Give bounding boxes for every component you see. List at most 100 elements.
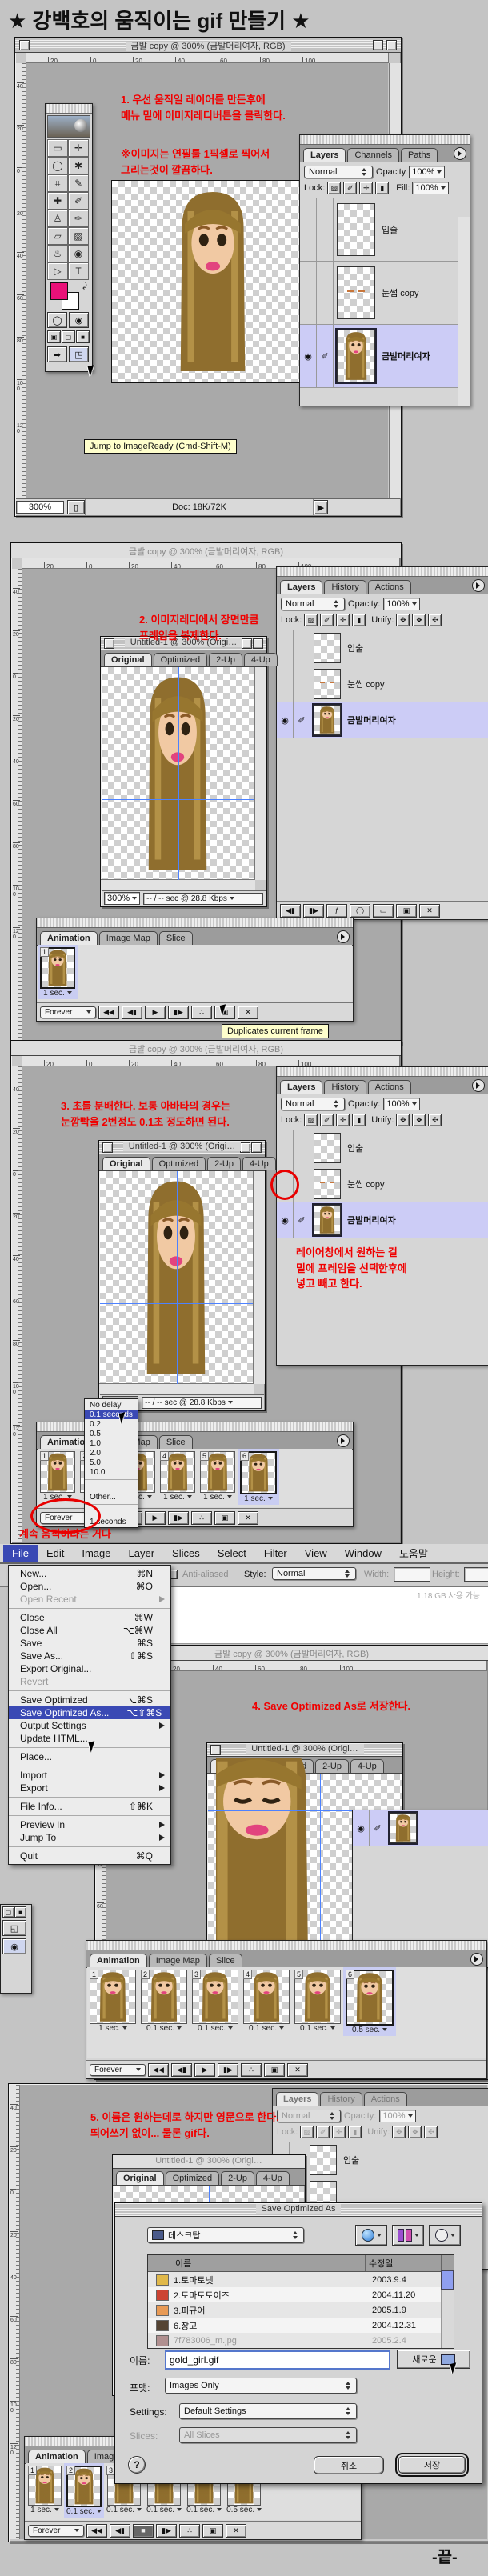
frame-delay[interactable]: 0.5 sec. — [352, 2026, 387, 2034]
tool-icon[interactable]: ✐ — [68, 192, 89, 210]
list-scrollbar[interactable] — [441, 2318, 454, 2333]
lock-transparency-icon[interactable]: ▨ — [300, 2126, 314, 2138]
column-modified[interactable]: 수정일 — [365, 2255, 441, 2271]
palette-tab[interactable]: History — [324, 580, 366, 594]
animation-frame[interactable]: 1 1 sec. — [87, 1967, 138, 2034]
layer-row-selected[interactable]: ◉ ✐ 금발머리여자 — [300, 325, 470, 388]
animation-frame[interactable]: 5 1 sec. — [198, 1449, 238, 1503]
help-button[interactable]: ? — [128, 2456, 146, 2474]
rewind-icon[interactable]: ◀◀ — [98, 1006, 119, 1019]
link-toggle[interactable] — [317, 262, 334, 324]
tween-icon[interactable]: ∴ — [241, 2063, 262, 2077]
frame-delay[interactable]: 1 sec. — [43, 989, 72, 998]
tab-4up[interactable]: 4-Up — [242, 1157, 276, 1170]
tool-icon[interactable]: ✛ — [68, 139, 89, 157]
status-arrow-icon[interactable]: ▶ — [314, 500, 328, 514]
lock-all-icon[interactable]: ▮ — [352, 1114, 366, 1126]
sort-order-icon[interactable] — [441, 2255, 454, 2271]
download-time-info[interactable]: -- / -- sec @ 28.8 Kbps — [142, 1397, 262, 1409]
layer-name[interactable]: 눈썹 copy — [347, 678, 385, 690]
palette-tab[interactable]: Layers — [280, 1080, 322, 1094]
unify-style-icon[interactable]: ✣ — [428, 614, 442, 626]
prev-frame-icon[interactable]: ◀▮ — [122, 1006, 142, 1019]
zoom-select[interactable]: 300% — [104, 892, 140, 905]
animation-frame[interactable]: 1 1 sec. — [38, 945, 78, 999]
tool-icon[interactable]: ♙ — [47, 210, 68, 227]
tab-2up[interactable]: 2-Up — [207, 1157, 241, 1170]
palette-tab[interactable]: Layers — [303, 148, 346, 162]
tab-optimized[interactable]: Optimized — [166, 2171, 220, 2185]
unify-position-icon[interactable]: ✥ — [392, 2126, 406, 2138]
frame-delay[interactable]: 1 sec. — [30, 2506, 59, 2514]
layer-row[interactable]: 입술 — [300, 198, 470, 262]
file-menu-item[interactable]: Open Recent — [9, 1593, 170, 1606]
file-menu-item[interactable]: Output Settings — [9, 1719, 170, 1732]
duplicate-frame-icon[interactable]: ▣ — [214, 1511, 235, 1525]
menu-bar-item[interactable]: Select — [209, 1545, 255, 1562]
lock-paint-icon[interactable]: ✐ — [316, 2126, 330, 2138]
opacity-value[interactable]: 100% — [379, 2110, 415, 2122]
layer-row[interactable]: 입술 — [277, 630, 488, 666]
animation-frame[interactable]: 1 1 sec. — [26, 2463, 64, 2516]
doc-canvas[interactable] — [102, 667, 254, 880]
link-toggle[interactable] — [294, 666, 310, 702]
tool-icon[interactable]: ⌗ — [47, 174, 68, 192]
tab-original[interactable]: Original — [116, 2171, 164, 2185]
next-frame-icon[interactable]: ▮▶ — [218, 2063, 238, 2077]
file-menu-item[interactable]: Save ⌘S — [9, 1637, 170, 1650]
animation-frame[interactable]: 6 0.5 sec. — [343, 1967, 396, 2036]
foreground-color-swatch[interactable] — [50, 282, 68, 300]
file-menu-item[interactable] — [9, 1846, 170, 1847]
layer-name[interactable]: 눈썹 copy — [347, 1178, 385, 1190]
close-box-icon[interactable] — [19, 40, 30, 50]
layer-mask-icon[interactable]: ◯ — [350, 904, 370, 918]
lock-position-icon[interactable]: ✛ — [359, 182, 373, 194]
play-icon[interactable]: ▶ — [145, 1511, 166, 1525]
visibility-eye-icon[interactable]: ◉ — [300, 325, 317, 387]
vertical-scrollbar[interactable] — [253, 1171, 265, 1384]
palette-menu-icon[interactable] — [470, 1953, 483, 1966]
link-toggle[interactable] — [294, 630, 310, 666]
file-row[interactable]: 2.토마토토이즈 2004.11.20 — [148, 2287, 454, 2302]
delay-option[interactable]: Other... — [85, 1492, 138, 1502]
layer-name[interactable]: 눈썹 copy — [382, 286, 419, 299]
window-titlebar[interactable]: 금발 copy @ 300% (금발머리여자, RGB) — [11, 1041, 401, 1056]
lock-position-icon[interactable]: ✛ — [332, 2126, 346, 2138]
duplicate-frame-icon[interactable]: ▣ — [202, 2524, 223, 2538]
animation-tab[interactable]: Animation — [90, 1954, 147, 1967]
trash-icon[interactable]: ✕ — [287, 2063, 308, 2077]
file-menu-item[interactable]: Open... ⌘O — [9, 1580, 170, 1593]
opacity-value[interactable]: 100% — [383, 1098, 419, 1110]
close-box-icon[interactable] — [102, 1142, 113, 1153]
prev-frame-icon[interactable]: ◀▮ — [171, 2063, 192, 2077]
file-menu-item[interactable]: Save As... ⇧⌘S — [9, 1650, 170, 1662]
zoom-box-icon[interactable] — [251, 1142, 262, 1153]
play-icon[interactable]: ▶ — [194, 2063, 215, 2077]
height-field[interactable] — [464, 1567, 488, 1582]
frame-delay[interactable]: 1 sec. — [203, 1493, 232, 1502]
style-select[interactable]: Normal — [272, 1567, 356, 1580]
lock-transparency-icon[interactable]: ▨ — [304, 1114, 318, 1126]
frame-delay[interactable]: 0.1 sec. — [146, 2506, 182, 2514]
tool-icon[interactable]: ♨ — [47, 245, 68, 262]
next-frame-icon[interactable]: ▮▶ — [168, 1006, 189, 1019]
layer-row[interactable]: 눈썹 copy — [300, 262, 470, 325]
blend-mode-select[interactable]: Normal — [281, 1098, 345, 1110]
unify-position-icon[interactable]: ✥ — [396, 1114, 410, 1126]
file-menu-item[interactable] — [9, 1815, 170, 1816]
screen-mode-icon[interactable]: ▢ — [2, 1906, 14, 1918]
palette-drag-bar[interactable] — [37, 918, 353, 928]
palette-tab[interactable]: Actions — [364, 2092, 407, 2106]
jump-to-imageready-button[interactable]: ◳ — [69, 346, 89, 362]
zoom-box-icon[interactable] — [386, 40, 397, 50]
file-menu-item[interactable]: New... ⌘N — [9, 1567, 170, 1580]
prev-icon[interactable]: ◀▮ — [280, 904, 301, 918]
file-row[interactable]: 6.창고 2004.12.31 — [148, 2318, 454, 2333]
screen-mode-icon[interactable]: ■ — [76, 330, 90, 343]
lock-paint-icon[interactable]: ✐ — [343, 182, 357, 194]
palette-tab[interactable]: History — [324, 1080, 366, 1094]
tool-icon[interactable]: ◉ — [68, 245, 89, 262]
lock-transparency-icon[interactable]: ▨ — [304, 614, 318, 626]
width-field[interactable] — [394, 1567, 430, 1582]
visibility-toggle[interactable] — [300, 198, 317, 261]
